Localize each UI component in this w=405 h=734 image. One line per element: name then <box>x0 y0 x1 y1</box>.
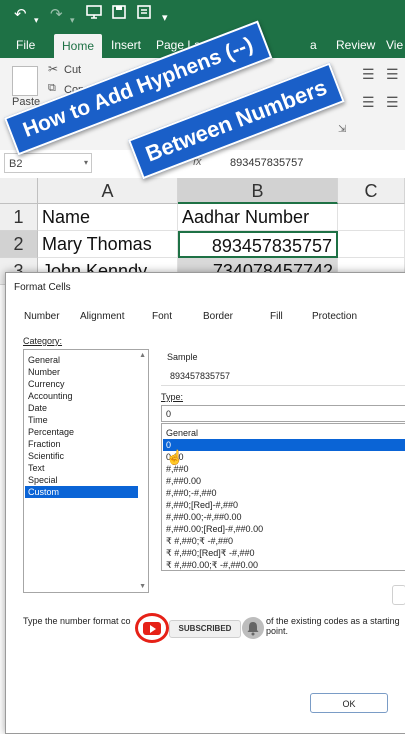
tab-border[interactable]: Border <box>203 311 233 322</box>
row-header-2[interactable]: 2 <box>0 231 38 258</box>
type-list[interactable]: General 0 0.00 #,##0 #,##0.00 #,##0;-#,#… <box>161 423 405 571</box>
type-item[interactable]: ₹ #,##0;[Red]₹ -#,##0 <box>163 547 405 559</box>
category-general[interactable]: General <box>25 354 138 366</box>
tab-view[interactable]: Vie <box>386 37 403 53</box>
subscribed-badge[interactable]: SUBSCRIBED <box>169 620 241 638</box>
category-list[interactable]: General Number Currency Accounting Date … <box>23 349 149 593</box>
type-item[interactable]: ₹ #,##0.00;₹ -#,##0.00 <box>163 559 405 570</box>
format-cells-dialog: Format Cells Number Alignment Font Borde… <box>5 272 405 734</box>
sample-label: Sample <box>167 352 198 362</box>
select-all-corner[interactable] <box>0 178 38 204</box>
form-icon[interactable] <box>137 5 151 25</box>
tab-file[interactable]: File <box>16 37 35 53</box>
redo-icon[interactable]: ↷ <box>50 5 63 25</box>
category-text[interactable]: Text <box>25 462 138 474</box>
mouse-cursor-icon: ☝ <box>166 449 184 465</box>
undo-dropdown-icon[interactable]: ▾ <box>34 10 39 30</box>
cell-c2[interactable] <box>338 231 405 258</box>
name-box-dropdown-icon[interactable]: ▾ <box>84 158 88 167</box>
category-time[interactable]: Time <box>25 414 138 426</box>
type-input-value: 0 <box>166 409 172 419</box>
formula-value[interactable]: 893457835757 <box>230 153 303 173</box>
cell-a1[interactable]: Name <box>38 204 178 231</box>
type-item[interactable]: #,##0 <box>163 463 405 475</box>
type-item-selected[interactable]: 0 <box>163 439 405 451</box>
column-header-b[interactable]: B <box>178 178 338 204</box>
tab-insert[interactable]: Insert <box>111 37 141 53</box>
title-bar: ↶ ▾ ↷ ▾ ▾ <box>0 0 405 32</box>
description-text: Type the number format co <box>23 616 131 626</box>
row-header-1[interactable]: 1 <box>0 204 38 231</box>
type-item[interactable]: 0.00 <box>163 451 405 463</box>
align-right-icon[interactable]: ☰ <box>386 94 399 111</box>
cut-label[interactable]: Cut <box>64 64 81 76</box>
type-item[interactable]: ₹ #,##0;₹ -#,##0 <box>163 535 405 547</box>
cell-a2[interactable]: Mary Thomas <box>38 231 178 258</box>
category-date[interactable]: Date <box>25 402 138 414</box>
scroll-down-icon[interactable]: ▼ <box>139 583 146 590</box>
tab-alignment[interactable]: Alignment <box>80 311 124 322</box>
category-scientific[interactable]: Scientific <box>25 450 138 462</box>
type-item[interactable]: General <box>163 427 405 439</box>
category-accounting[interactable]: Accounting <box>25 390 138 402</box>
scroll-up-icon[interactable]: ▲ <box>139 352 146 359</box>
cell-b2[interactable]: 893457835757 <box>178 231 338 258</box>
screen-icon[interactable] <box>86 5 102 25</box>
column-header-a[interactable]: A <box>38 178 178 204</box>
dialog-launcher-icon[interactable]: ⇲ <box>338 124 346 135</box>
tab-review[interactable]: Review <box>336 37 375 53</box>
cell-b1[interactable]: Aadhar Number <box>178 204 338 231</box>
category-special[interactable]: Special <box>25 474 138 486</box>
align-center-icon[interactable]: ☰ <box>386 66 399 83</box>
category-percentage[interactable]: Percentage <box>25 426 138 438</box>
type-item[interactable]: #,##0.00;[Red]-#,##0.00 <box>163 523 405 535</box>
tab-number[interactable]: Number <box>24 311 60 322</box>
ok-button[interactable]: OK <box>310 693 388 713</box>
type-item[interactable]: #,##0;-#,##0 <box>163 487 405 499</box>
description-text-end: of the existing codes as a starting poin… <box>266 616 400 636</box>
customize-toolbar-icon[interactable]: ▾ <box>162 8 168 28</box>
sample-divider <box>161 385 405 386</box>
column-header-c[interactable]: C <box>338 178 405 204</box>
type-item[interactable]: #,##0.00;-#,##0.00 <box>163 511 405 523</box>
cell-c1[interactable] <box>338 204 405 231</box>
category-label: Category: <box>23 336 63 346</box>
type-item[interactable]: #,##0;[Red]-#,##0 <box>163 499 405 511</box>
dialog-title: Format Cells <box>14 282 71 293</box>
tab-font[interactable]: Font <box>152 311 172 322</box>
name-box[interactable]: B2 <box>4 153 92 173</box>
align-bottom-icon[interactable]: ☰ <box>362 94 375 111</box>
sample-value: 893457835757 <box>170 371 231 381</box>
category-custom[interactable]: Custom <box>25 486 138 498</box>
tab-protection[interactable]: Protection <box>312 311 357 322</box>
type-item[interactable]: #,##0.00 <box>163 475 405 487</box>
paste-icon[interactable] <box>12 66 38 96</box>
bell-icon[interactable] <box>242 617 264 639</box>
type-label: Type: <box>161 392 184 402</box>
align-left-icon[interactable]: ☰ <box>362 66 375 83</box>
category-number[interactable]: Number <box>25 366 138 378</box>
delete-button[interactable] <box>392 585 405 605</box>
copy-icon[interactable]: ⧉ <box>48 82 56 95</box>
tab-home[interactable]: Home <box>54 34 103 58</box>
scissors-icon[interactable]: ✂ <box>48 62 58 76</box>
redo-dropdown-icon[interactable]: ▾ <box>70 10 75 30</box>
tab-fill[interactable]: Fill <box>270 311 283 322</box>
type-input[interactable]: 0 <box>161 405 405 422</box>
category-fraction[interactable]: Fraction <box>25 438 138 450</box>
undo-icon[interactable]: ↶ <box>14 5 27 25</box>
youtube-logo-icon[interactable] <box>135 613 169 643</box>
save-icon[interactable] <box>112 5 126 25</box>
category-currency[interactable]: Currency <box>25 378 138 390</box>
tab-data[interactable]: a <box>310 37 317 53</box>
